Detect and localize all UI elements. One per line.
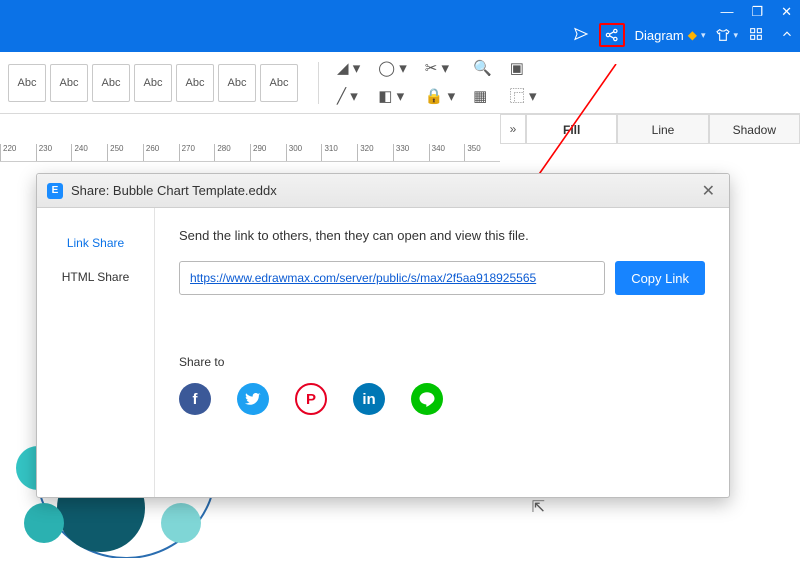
shadow-ellipse-icon[interactable]: ◯ ▾ — [378, 59, 406, 77]
shape-style-gallery[interactable]: Abc Abc Abc Abc Abc Abc Abc — [8, 64, 298, 102]
nav-html-share[interactable]: HTML Share — [37, 260, 154, 294]
share-pinterest-icon[interactable]: P — [295, 383, 327, 415]
crop-icon[interactable]: ✂ ▾ — [425, 59, 455, 77]
chevron-down-icon: ▾ — [701, 30, 706, 41]
style-preset[interactable]: Abc — [134, 64, 172, 102]
share-url-input[interactable] — [179, 261, 605, 295]
tab-shadow[interactable]: Shadow — [709, 114, 800, 144]
same-size-icon[interactable]: ▣ — [510, 59, 537, 77]
style-preset[interactable]: Abc — [50, 64, 88, 102]
style-preset[interactable]: Abc — [176, 64, 214, 102]
diagram-type-selector[interactable]: Diagram ◆ ▾ — [635, 28, 706, 43]
horizontal-ruler: 2202302402502602702802903003103203303403… — [0, 144, 500, 162]
share-line-icon[interactable] — [411, 383, 443, 415]
dialog-title: Share: Bubble Chart Template.eddx — [71, 183, 277, 198]
window-minimize[interactable]: — — [720, 4, 733, 20]
search-zoom-icon[interactable]: 🔍 — [473, 59, 492, 77]
apps-grid-icon[interactable] — [748, 26, 764, 45]
titlebar: — ❐ ✕ Diagram ◆ ▾ ▾ — [0, 0, 800, 52]
share-description: Send the link to others, then they can o… — [179, 228, 705, 243]
share-icon[interactable] — [599, 23, 625, 47]
chevron-down-icon: ▾ — [733, 30, 738, 41]
nav-link-share[interactable]: Link Share — [37, 226, 154, 260]
line-style-icon[interactable]: ╱ ▾ — [337, 87, 360, 105]
lock-icon[interactable]: 🔒 ▾ — [425, 87, 455, 105]
expand-panel-icon[interactable]: » — [500, 114, 526, 144]
window-close[interactable]: ✕ — [781, 4, 792, 20]
page-fit-icon[interactable]: ⇱ — [532, 497, 545, 517]
share-to-label: Share to — [179, 355, 705, 369]
style-preset[interactable]: Abc — [92, 64, 130, 102]
style-preset[interactable]: Abc — [260, 64, 298, 102]
select-similar-icon[interactable]: ▦ — [473, 87, 492, 105]
dialog-close-button[interactable]: ✕ — [698, 179, 719, 203]
tab-fill[interactable]: Fill — [526, 114, 617, 144]
format-toolbar: Abc Abc Abc Abc Abc Abc Abc ◢ ▾ ◯ ▾ ✂ ▾ … — [0, 52, 800, 114]
share-linkedin-icon[interactable]: in — [353, 383, 385, 415]
shirt-icon[interactable]: ▾ — [715, 27, 738, 43]
share-dialog: E Share: Bubble Chart Template.eddx ✕ Li… — [36, 173, 730, 498]
premium-diamond-icon: ◆ — [688, 28, 697, 42]
dialog-nav: Link Share HTML Share — [37, 208, 155, 497]
share-facebook-icon[interactable]: f — [179, 383, 211, 415]
dialog-header: E Share: Bubble Chart Template.eddx ✕ — [37, 174, 729, 208]
fill-bucket-icon[interactable]: ◢ ▾ — [337, 59, 360, 77]
side-panel-tabs: » Fill Line Shadow — [500, 114, 800, 144]
style-preset[interactable]: Abc — [8, 64, 46, 102]
share-twitter-icon[interactable] — [237, 383, 269, 415]
collapse-ribbon-icon[interactable] — [780, 27, 794, 44]
separator — [318, 62, 319, 104]
app-logo-icon: E — [47, 183, 63, 199]
tab-line[interactable]: Line — [617, 114, 708, 144]
group-shapes-icon[interactable]: ⿸ ▾ — [510, 85, 537, 106]
transparency-icon[interactable]: ◧ ▾ — [378, 87, 406, 105]
window-maximize[interactable]: ❐ — [751, 4, 763, 20]
style-preset[interactable]: Abc — [218, 64, 256, 102]
send-icon[interactable] — [573, 26, 589, 45]
copy-link-button[interactable]: Copy Link — [615, 261, 705, 295]
